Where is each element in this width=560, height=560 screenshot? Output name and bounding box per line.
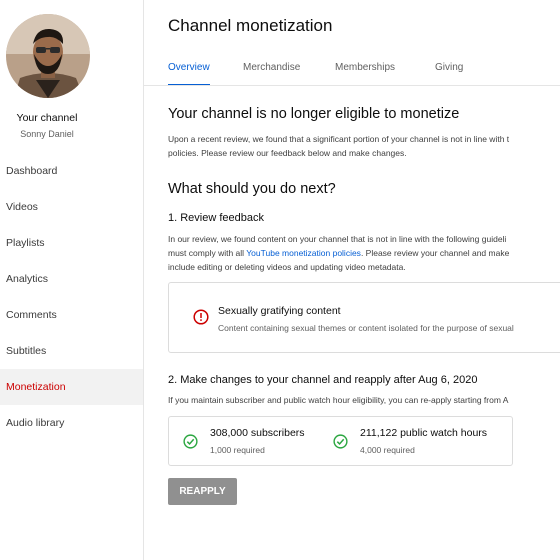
sidebar-item-videos[interactable]: Videos xyxy=(0,189,143,225)
requirement-value: 308,000 subscribers xyxy=(210,427,305,439)
status-text-line-1: Upon a recent review, we found that a si… xyxy=(168,134,510,144)
monetization-policies-link[interactable]: YouTube monetization policies xyxy=(246,248,361,258)
check-circle-icon xyxy=(333,434,348,449)
step-2-heading: 2. Make changes to your channel and reap… xyxy=(168,374,478,386)
sidebar-item-dashboard[interactable]: Dashboard xyxy=(0,153,143,189)
tab-giving[interactable]: Giving xyxy=(435,58,463,86)
sidebar-item-playlists[interactable]: Playlists xyxy=(0,225,143,261)
main-content: Channel monetization Overview Merchandis… xyxy=(144,0,560,560)
channel-label: Your channel xyxy=(16,112,78,124)
tab-divider xyxy=(144,85,560,86)
sidebar: Your channel Sonny Daniel Dashboard Vide… xyxy=(0,0,144,560)
avatar-photo xyxy=(6,14,90,98)
sidebar-item-comments[interactable]: Comments xyxy=(0,297,143,333)
policy-description: Content containing sexual themes or cont… xyxy=(218,323,514,333)
status-heading: Your channel is no longer eligible to mo… xyxy=(168,106,460,122)
check-circle-icon xyxy=(183,434,198,449)
policy-card: Sexually gratifying content Content cont… xyxy=(168,282,560,353)
status-text-line-2: policies. Please review our feedback bel… xyxy=(168,148,407,158)
step-1-text-line-1: In our review, we found content on your … xyxy=(168,234,507,244)
requirement-value: 211,122 public watch hours xyxy=(360,427,488,439)
sidebar-item-analytics[interactable]: Analytics xyxy=(0,261,143,297)
sidebar-nav: Dashboard Videos Playlists Analytics Com… xyxy=(0,153,143,441)
requirement-threshold: 1,000 required xyxy=(210,445,265,455)
sidebar-item-audio-library[interactable]: Audio library xyxy=(0,405,143,441)
page-title: Channel monetization xyxy=(168,16,333,35)
requirement-threshold: 4,000 required xyxy=(360,445,415,455)
avatar[interactable] xyxy=(6,14,90,98)
sidebar-item-subtitles[interactable]: Subtitles xyxy=(0,333,143,369)
policy-title: Sexually gratifying content xyxy=(218,305,341,317)
step-2-text: If you maintain subscriber and public wa… xyxy=(168,395,509,405)
tab-merchandise[interactable]: Merchandise xyxy=(243,58,300,86)
error-circle-icon xyxy=(193,309,209,325)
step-1-heading: 1. Review feedback xyxy=(168,212,264,224)
sidebar-item-monetization[interactable]: Monetization xyxy=(0,369,143,405)
step-1-text-line-2: must comply with all YouTube monetizatio… xyxy=(168,246,509,260)
step-1-text-post: . Please review your channel and make xyxy=(360,248,510,258)
tab-overview[interactable]: Overview xyxy=(168,58,210,86)
step-1-text-pre: must comply with all xyxy=(168,248,247,258)
requirements-card: 308,000 subscribers 1,000 required 211,1… xyxy=(168,416,513,466)
next-steps-heading: What should you do next? xyxy=(168,181,336,197)
tab-memberships[interactable]: Memberships xyxy=(335,58,395,86)
step-1-text-line-3: include editing or deleting videos and u… xyxy=(168,262,406,272)
channel-name: Sonny Daniel xyxy=(20,129,74,139)
reapply-button[interactable]: REAPPLY xyxy=(168,478,237,505)
